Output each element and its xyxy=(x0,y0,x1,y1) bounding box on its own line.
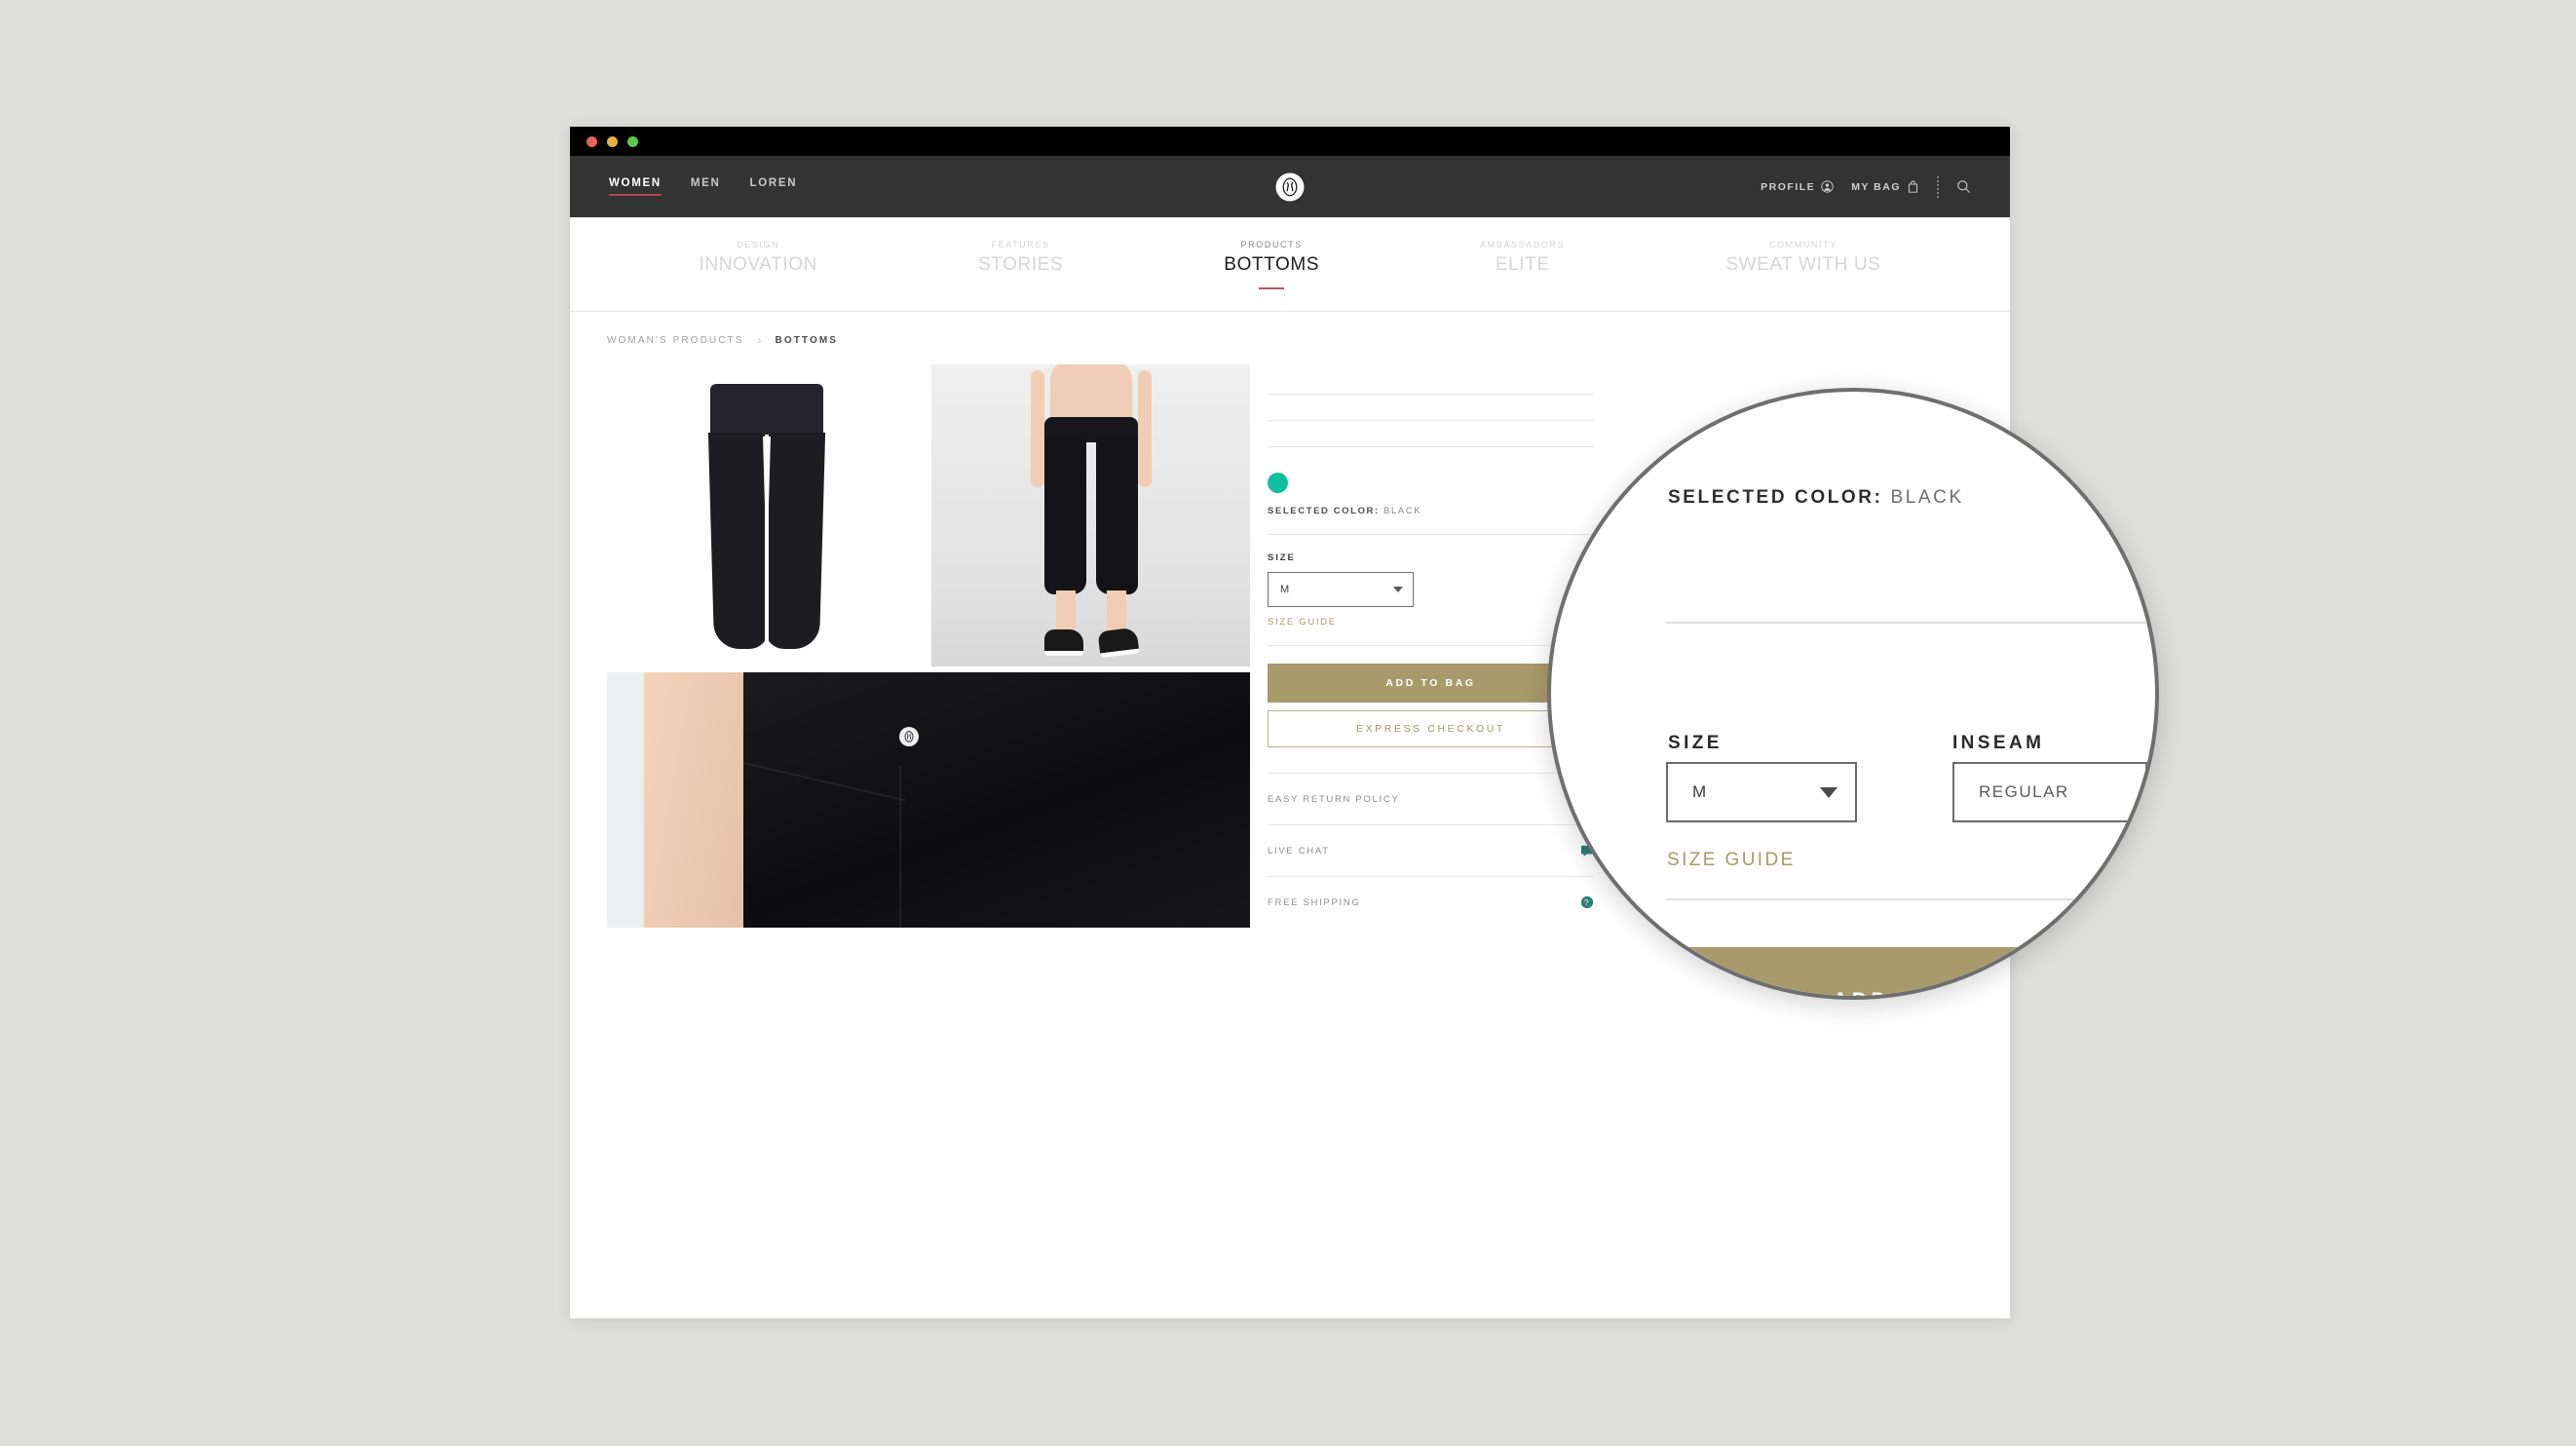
info-label: LIVE CHAT xyxy=(1268,845,1330,856)
category-eyebrow: DESIGN xyxy=(737,239,780,249)
magnified-size-label: SIZE xyxy=(1668,733,1723,753)
magnifier-content: SELECTED COLOR: BLACK SIZE INSEAM M REGU… xyxy=(1551,392,2155,996)
brand-logo[interactable] xyxy=(1275,172,1305,201)
category-elite[interactable]: AMBASSADORS ELITE xyxy=(1480,240,1565,289)
category-bottoms[interactable]: PRODUCTS BOTTOMS xyxy=(1224,240,1319,289)
category-eyebrow: PRODUCTS xyxy=(1240,239,1303,249)
maximize-window-button[interactable] xyxy=(627,135,638,147)
size-label: SIZE xyxy=(1268,552,1296,563)
category-label: STORIES xyxy=(977,253,1064,275)
category-label: SWEAT WITH US xyxy=(1725,253,1881,275)
primary-nav-links: WOMEN MEN LOREN xyxy=(609,177,797,196)
close-window-button[interactable] xyxy=(587,135,597,147)
panel-divider xyxy=(1268,420,1594,421)
product-gallery xyxy=(607,364,1250,928)
category-innovation[interactable]: DESIGN INNOVATION xyxy=(700,240,817,289)
size-select[interactable]: M xyxy=(1268,572,1414,607)
info-row-live-chat[interactable]: LIVE CHAT xyxy=(1268,824,1594,876)
breadcrumb: WOMAN'S PRODUCTS › BOTTOMS xyxy=(570,311,2010,364)
category-eyebrow: AMBASSADORS xyxy=(1480,239,1566,249)
panel-divider xyxy=(1268,446,1594,447)
magnified-size-guide-link[interactable]: SIZE GUIDE xyxy=(1667,850,1796,871)
chevron-down-icon xyxy=(1820,786,1837,798)
selected-color-text: SELECTED COLOR: BLACK xyxy=(1268,506,1594,516)
express-checkout-button[interactable]: EXPRESS CHECKOUT xyxy=(1268,710,1594,747)
nav-separator xyxy=(1937,175,1939,198)
top-navigation-bar: WOMEN MEN LOREN PROFILE MY BAG xyxy=(570,156,2010,217)
utility-nav: PROFILE MY BAG xyxy=(1761,175,1971,198)
breadcrumb-bottoms: BOTTOMS xyxy=(775,334,839,346)
color-swatches xyxy=(1268,473,1594,493)
magnified-size-value: M xyxy=(1692,782,1707,801)
magnified-divider xyxy=(1666,898,2155,900)
product-image-model[interactable] xyxy=(931,364,1250,666)
info-label: FREE SHIPPING xyxy=(1268,896,1361,908)
nav-item-men[interactable]: MEN xyxy=(691,177,721,196)
my-bag-link[interactable]: MY BAG xyxy=(1851,179,1919,194)
magnified-inseam-label: INSEAM xyxy=(1952,733,2045,753)
selected-color-label: SELECTED COLOR: xyxy=(1268,506,1380,516)
person-icon xyxy=(1821,180,1834,193)
magnified-selected-color-label: SELECTED COLOR: xyxy=(1668,487,1883,508)
nav-item-loren[interactable]: LOREN xyxy=(750,177,798,196)
my-bag-label: MY BAG xyxy=(1851,180,1901,193)
category-eyebrow: FEATURES xyxy=(991,239,1050,249)
info-row-free-shipping[interactable]: FREE SHIPPING ? xyxy=(1268,876,1594,928)
info-label: EASY RETURN POLICY xyxy=(1268,793,1400,805)
lululemon-logo-on-waistband-icon xyxy=(899,727,919,746)
profile-link[interactable]: PROFILE xyxy=(1761,180,1834,193)
size-selector-group: SIZE M SIZE GUIDE xyxy=(1268,552,1594,628)
panel-divider xyxy=(1268,394,1594,395)
search-button[interactable] xyxy=(1956,179,1971,194)
flatlay-leggings-illustration xyxy=(702,384,831,649)
magnifier-overlay: SELECTED COLOR: BLACK SIZE INSEAM M REGU… xyxy=(1547,388,2159,1000)
traffic-lights xyxy=(587,135,638,147)
category-label: INNOVATION xyxy=(699,253,817,275)
category-stories[interactable]: FEATURES STORIES xyxy=(978,240,1063,289)
category-sweat-with-us[interactable]: COMMUNITY SWEAT WITH US xyxy=(1725,240,1880,289)
browser-title-bar xyxy=(570,127,2010,156)
category-label: BOTTOMS xyxy=(1224,253,1320,275)
magnified-add-to-bag-button[interactable]: ADD TO BAG xyxy=(1666,947,2155,996)
info-row-easy-return-policy[interactable]: EASY RETURN POLICY ? xyxy=(1268,773,1594,824)
magnified-inseam-select[interactable]: REGULAR xyxy=(1952,762,2147,822)
chevron-down-icon xyxy=(1393,587,1403,592)
magnified-size-select[interactable]: M xyxy=(1666,762,1857,822)
panel-divider xyxy=(1268,645,1594,646)
nav-item-women[interactable]: WOMEN xyxy=(609,177,662,196)
magnified-divider xyxy=(1666,622,2155,624)
size-guide-link[interactable]: SIZE GUIDE xyxy=(1268,617,1594,628)
selected-color-value: BLACK xyxy=(1383,506,1422,516)
lululemon-omega-icon xyxy=(1275,172,1305,201)
product-image-flatlay[interactable] xyxy=(607,364,926,666)
size-value: M xyxy=(1280,584,1290,595)
category-eyebrow: COMMUNITY xyxy=(1768,239,1837,249)
search-icon xyxy=(1956,179,1971,194)
add-to-bag-button[interactable]: ADD TO BAG xyxy=(1268,664,1594,703)
shopping-bag-icon xyxy=(1907,179,1919,194)
breadcrumb-womans-products[interactable]: WOMAN'S PRODUCTS xyxy=(607,335,744,346)
category-label: ELITE xyxy=(1495,253,1550,275)
magnified-selected-color: SELECTED COLOR: BLACK xyxy=(1668,487,1964,509)
panel-divider xyxy=(1268,534,1594,535)
breadcrumb-separator-icon: › xyxy=(757,333,762,347)
minimize-window-button[interactable] xyxy=(607,135,618,147)
category-navigation: DESIGN INNOVATION FEATURES STORIES PRODU… xyxy=(570,217,2010,311)
color-swatch-teal[interactable] xyxy=(1268,473,1288,493)
magnified-inseam-value: REGULAR xyxy=(1979,782,2069,801)
purchase-panel: SELECTED COLOR: BLACK SIZE M SIZE GUIDE … xyxy=(1268,364,1594,928)
profile-label: PROFILE xyxy=(1761,180,1816,193)
product-image-waistband-detail[interactable] xyxy=(607,672,1250,928)
magnified-selected-color-value: BLACK xyxy=(1890,487,1964,508)
